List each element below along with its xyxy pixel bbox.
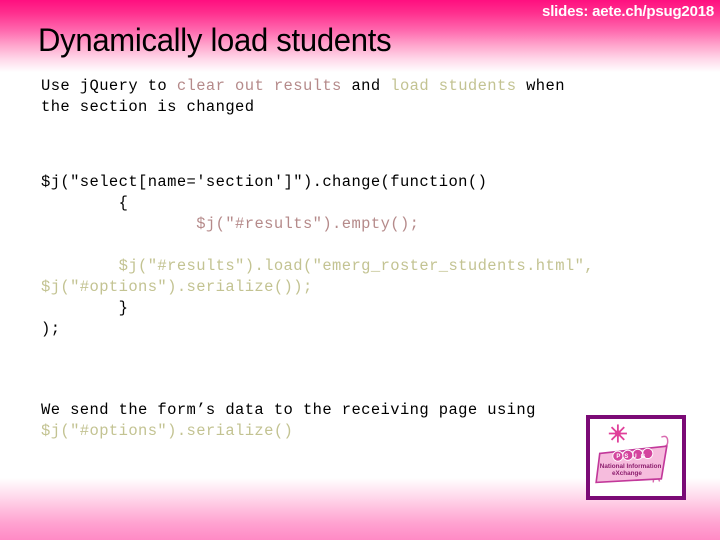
page-title: Dynamically load students bbox=[38, 22, 392, 58]
outro-paragraph: We send the form’s data to the receiving… bbox=[41, 400, 671, 442]
code-line-7: } bbox=[41, 299, 129, 317]
psug-logo-graphic: PSUG National Information eXchange bbox=[595, 424, 669, 484]
intro-paragraph: Use jQuery to clear out results and load… bbox=[41, 76, 671, 118]
code-line-6-serialize: $j("#options").serialize()); bbox=[41, 278, 313, 296]
slides-url-note: slides: aete.ch/psug2018 bbox=[542, 3, 714, 20]
starburst-core bbox=[614, 430, 621, 437]
code-line-3-empty-results: $j("#results").empty(); bbox=[41, 215, 420, 233]
code-block: $j("select[name='section']").change(func… bbox=[41, 172, 701, 340]
intro-text-part-3: and bbox=[341, 77, 391, 95]
psug-tagline-line1: National Information bbox=[600, 463, 662, 470]
intro-highlight-clear-out-results: clear out results bbox=[176, 77, 342, 95]
psug-tagline-line2: eXchange bbox=[612, 470, 642, 477]
outro-code-serialize: $j("#options").serialize() bbox=[41, 422, 294, 440]
code-line-8: ); bbox=[41, 320, 61, 338]
psug-logo: PSUG National Information eXchange bbox=[586, 415, 686, 500]
slide-canvas: slides: aete.ch/psug2018 Dynamically loa… bbox=[0, 0, 720, 540]
code-line-1: $j("select[name='section']").change(func… bbox=[41, 173, 488, 191]
code-line-5-load-results: $j("#results").load("emerg_roster_studen… bbox=[41, 257, 594, 275]
intro-highlight-load-students: load students bbox=[390, 77, 517, 95]
code-line-2: { bbox=[41, 194, 129, 212]
intro-text-part-1: Use jQuery to bbox=[41, 77, 177, 95]
psug-brand-text: PSUG bbox=[616, 454, 649, 460]
outro-text: We send the form’s data to the receiving… bbox=[41, 401, 536, 419]
